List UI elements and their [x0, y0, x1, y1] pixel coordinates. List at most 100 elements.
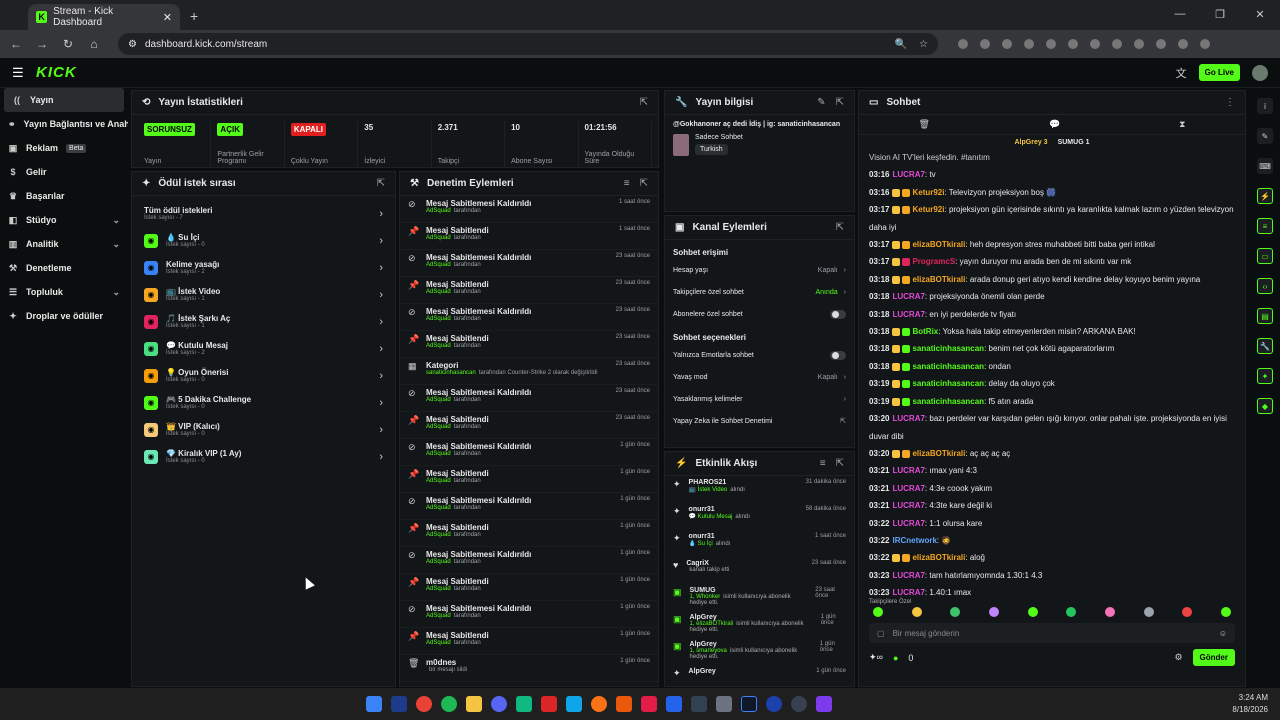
chat-username[interactable]: elizaBOTkirali	[912, 553, 965, 562]
keyboard-icon[interactable]: ⌨	[1257, 158, 1273, 174]
reward-item[interactable]: Tüm ödül istekleri İstek sayısı - 7 ›	[132, 200, 395, 227]
extension-icon[interactable]	[1112, 39, 1122, 49]
app-icon[interactable]	[766, 696, 782, 712]
extension-icon[interactable]	[1046, 39, 1056, 49]
close-tab-icon[interactable]: ✕	[163, 11, 172, 24]
infinity-icon[interactable]: ✦∞	[869, 652, 883, 663]
toggle-switch[interactable]	[830, 309, 846, 319]
chevron-down-icon[interactable]: ⌄	[112, 239, 120, 250]
maximize-icon[interactable]: ❐	[1200, 0, 1240, 28]
popout-icon[interactable]: ⇱	[640, 97, 648, 108]
chat-username[interactable]: ProgramcS	[912, 257, 955, 266]
kick-logo[interactable]: KICK	[36, 64, 77, 81]
reward-item[interactable]: ◉ 💧 Su İçi İstek sayısı - 0 ›	[132, 227, 395, 254]
sidebar-item[interactable]: ☰ Topluluk ⌄	[0, 280, 128, 304]
chevron-right-icon[interactable]: ›	[844, 374, 846, 381]
chat-username[interactable]: sanaticinhasancan	[912, 362, 984, 371]
extension-icon[interactable]	[958, 39, 968, 49]
reward-item[interactable]: ◉ 🎮 5 Dakika Challenge İstek sayısı - 0 ›	[132, 389, 395, 416]
emote-icon[interactable]	[1182, 607, 1193, 617]
toggle-switch[interactable]	[830, 350, 846, 360]
app-icon[interactable]	[541, 696, 557, 712]
channel-setting-row[interactable]: Yasaklanmış kelimeler ›	[665, 388, 854, 410]
send-button[interactable]: Gönder	[1192, 649, 1235, 666]
chevron-right-icon[interactable]: ›	[844, 267, 846, 274]
chat-username[interactable]: elizaBOTkirali	[912, 449, 965, 458]
emote-icon[interactable]	[988, 607, 999, 617]
forward-icon[interactable]: →	[34, 37, 50, 51]
chat-settings-icon[interactable]: ⚙	[1174, 652, 1182, 663]
chat-input[interactable]: ▢ Bir mesaj gönderin ☺	[869, 623, 1235, 643]
steam-icon[interactable]	[391, 696, 407, 712]
bolt-icon[interactable]: ⚡	[1257, 188, 1273, 204]
reward-item[interactable]: ◉ 💎 Kiralık VIP (1 Ay) İstek sayısı - 0 ›	[132, 443, 395, 470]
spotify-icon[interactable]	[441, 696, 457, 712]
app-icon[interactable]	[716, 696, 732, 712]
chat-username[interactable]: sanaticinhasancan	[912, 344, 984, 353]
reward-item[interactable]: ◉ 💡 Oyun Önerisi İstek sayısı - 0 ›	[132, 362, 395, 389]
extension-icon[interactable]	[1024, 39, 1034, 49]
minimize-icon[interactable]: —	[1160, 0, 1200, 28]
sidebar-item[interactable]: ⚭ Yayın Bağlantısı ve Anahtarı	[0, 112, 128, 136]
chat-username[interactable]: LUCRA7	[892, 501, 924, 510]
emote-icon[interactable]	[1220, 607, 1231, 617]
chevron-right-icon[interactable]: ›	[844, 289, 846, 296]
extension-icon[interactable]	[1156, 39, 1166, 49]
channel-setting-row[interactable]: Yavaş mod Kapalı ›	[665, 366, 854, 388]
chat-username[interactable]: sanaticinhasancan	[912, 397, 984, 406]
reward-item[interactable]: ◉ 👑 VIP (Kalıcı) İstek sayısı - 0 ›	[132, 416, 395, 443]
extension-icon[interactable]	[1178, 39, 1188, 49]
emote-icon[interactable]	[1066, 607, 1077, 617]
sidebar-item[interactable]: ⚒ Denetleme	[0, 256, 128, 280]
chevron-right-icon[interactable]: ›	[844, 396, 846, 403]
chevron-right-icon[interactable]: ›	[379, 424, 383, 436]
site-info-icon[interactable]: ⚙	[128, 39, 137, 50]
app-icon[interactable]	[791, 696, 807, 712]
file-explorer-icon[interactable]	[466, 696, 482, 712]
translate-icon[interactable]: 文	[1176, 65, 1187, 81]
edit-icon[interactable]: ✎	[1257, 128, 1273, 144]
chat-username[interactable]: LUCRA7	[892, 484, 924, 493]
chrome-icon[interactable]	[416, 696, 432, 712]
reward-item[interactable]: ◉ 🎵 İstek Şarkı Aç İstek sayısı - 1 ›	[132, 308, 395, 335]
emote-icon[interactable]	[1143, 607, 1154, 617]
app-icon[interactable]	[566, 696, 582, 712]
chat-username[interactable]: LUCRA7	[892, 588, 924, 597]
extension-icon[interactable]	[980, 39, 990, 49]
chat-username[interactable]: LUCRA7	[892, 571, 924, 580]
emote-icon[interactable]	[911, 607, 922, 617]
app-icon[interactable]	[816, 696, 832, 712]
chat-username[interactable]: BotRix	[912, 327, 938, 336]
extension-icon[interactable]	[1002, 39, 1012, 49]
hourglass-icon[interactable]: ⧗	[1179, 119, 1185, 130]
reward-item[interactable]: ◉ 💬 Kutulu Mesaj İstek sayısı - 2 ›	[132, 335, 395, 362]
emote-icon[interactable]	[873, 607, 883, 617]
reward-item[interactable]: ◉ Kelime yasağı İstek sayısı - 2 ›	[132, 254, 395, 281]
trash-icon[interactable]: 🗑	[919, 119, 930, 130]
user-avatar[interactable]	[1252, 64, 1268, 81]
close-window-icon[interactable]: ✕	[1240, 0, 1280, 28]
windows-start-icon[interactable]	[366, 696, 382, 712]
app-icon[interactable]	[641, 696, 657, 712]
chevron-right-icon[interactable]: ›	[379, 397, 383, 409]
sidebar-item[interactable]: ✦ Droplar ve ödüller	[0, 304, 128, 328]
soundcloud-icon[interactable]	[616, 696, 632, 712]
system-tray[interactable]: 3:24 AM 8/18/2026	[1232, 692, 1268, 716]
popout-icon[interactable]: ⇱	[377, 178, 385, 189]
chat-username[interactable]: Ketur92i	[912, 205, 944, 214]
edit-icon[interactable]: ✎	[817, 97, 825, 108]
chat-username[interactable]: LUCRA7	[892, 466, 924, 475]
chat-username[interactable]: LUCRA7	[892, 414, 924, 423]
new-tab-button[interactable]: +	[190, 8, 198, 24]
chevron-down-icon[interactable]: ⌄	[112, 287, 120, 298]
sidebar-item[interactable]: ▣ Reklam Beta	[0, 136, 128, 160]
code-icon[interactable]: ‹›	[1257, 278, 1273, 294]
channel-setting-row[interactable]: Abonelere özel sohbet	[665, 303, 854, 325]
back-icon[interactable]: ←	[8, 37, 24, 51]
emote-picker-icon[interactable]: ☺	[1219, 629, 1227, 638]
channel-setting-row[interactable]: Yapay Zeka ile Sohbet Denetimi ⇱	[665, 410, 854, 432]
reload-icon[interactable]: ↻	[60, 37, 76, 51]
chat-username[interactable]: Ketur92i	[912, 188, 944, 197]
extension-icon[interactable]	[1068, 39, 1078, 49]
layers-icon[interactable]: ▤	[1257, 308, 1273, 324]
